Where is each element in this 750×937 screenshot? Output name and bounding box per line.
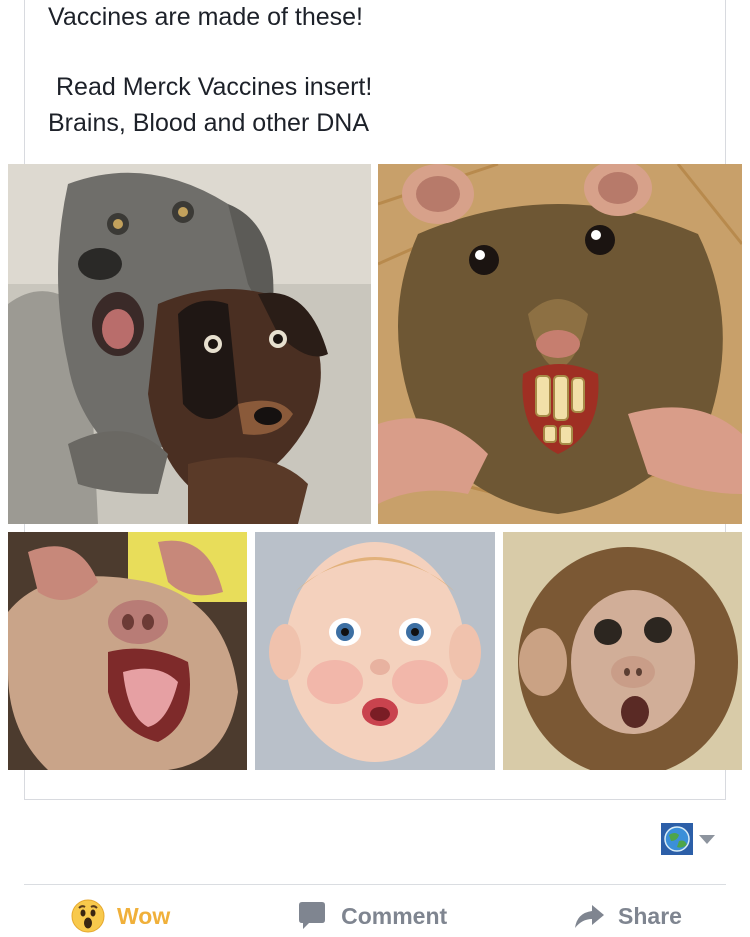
monkey-photo[interactable] bbox=[503, 532, 742, 770]
post-text-line-1: Vaccines are made of these! bbox=[48, 3, 363, 31]
action-bar: Wow Comment Share bbox=[24, 895, 726, 937]
wow-button[interactable]: Wow bbox=[71, 899, 170, 933]
rat-photo[interactable] bbox=[378, 164, 742, 524]
globe-icon bbox=[661, 823, 693, 855]
chevron-down-icon[interactable] bbox=[699, 834, 715, 844]
post-text-line-2: Read Merck Vaccines insert! bbox=[56, 73, 373, 101]
share-arrow-icon bbox=[575, 905, 605, 928]
share-label: Share bbox=[618, 902, 682, 929]
audience-selector[interactable] bbox=[661, 823, 715, 855]
comment-button[interactable]: Comment bbox=[295, 899, 447, 933]
share-button[interactable]: Share bbox=[572, 899, 682, 933]
comment-icon bbox=[299, 902, 326, 929]
dogs-photo[interactable] bbox=[8, 164, 371, 524]
wow-emoji-icon bbox=[71, 899, 105, 933]
baby-photo[interactable] bbox=[255, 532, 495, 770]
post-text-line-3: Brains, Blood and other DNA bbox=[48, 109, 370, 137]
action-divider bbox=[24, 884, 726, 885]
pig-photo[interactable] bbox=[8, 532, 247, 770]
comment-label: Comment bbox=[341, 902, 448, 929]
wow-label: Wow bbox=[117, 902, 171, 929]
